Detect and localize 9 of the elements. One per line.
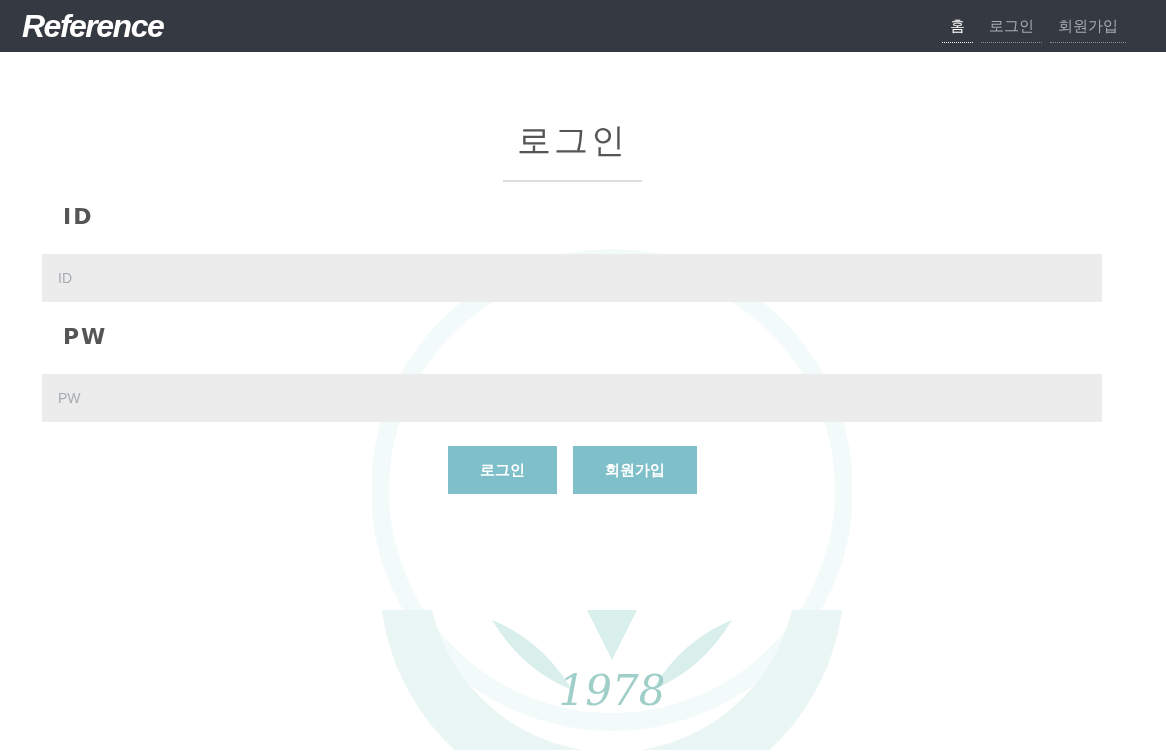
logo[interactable]: Reference xyxy=(22,7,164,45)
nav-link[interactable]: 로그인 xyxy=(981,13,1042,43)
input-field[interactable]: ID xyxy=(42,254,1102,302)
nav-link[interactable]: 회원가입 xyxy=(1050,13,1126,43)
field-label: ID xyxy=(63,203,95,231)
nav-link[interactable]: 홈 xyxy=(942,13,973,43)
input-field[interactable]: PW xyxy=(42,374,1102,422)
page-title: 로그인 xyxy=(502,118,642,182)
field-label: PW xyxy=(63,323,109,351)
